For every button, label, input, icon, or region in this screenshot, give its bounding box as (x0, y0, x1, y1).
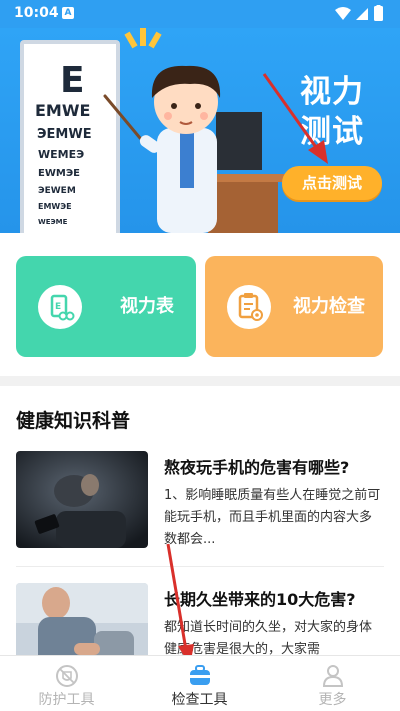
nav-label: 检查工具 (171, 692, 228, 708)
nav-label: 防护工具 (38, 692, 95, 708)
battery-icon (374, 5, 383, 21)
article-title: 熬夜玩手机的危害有哪些? (164, 458, 350, 477)
eye-chart-big-letter: E (60, 60, 85, 101)
banner-title: 视力 测试 (300, 72, 370, 152)
section-title: 健康知识科普 (16, 410, 131, 432)
svg-text:WEЭME: WEЭME (38, 218, 68, 226)
svg-text:EWMЭE: EWMЭE (38, 168, 80, 179)
article-item[interactable]: 熬夜玩手机的危害有哪些? 1、影响睡眠质量有些人在睡觉之前可能玩手机，而且手机里… (16, 451, 384, 551)
status-time: 10:04 (14, 5, 59, 21)
svg-text:ЭEWEM: ЭEWEM (38, 186, 76, 196)
nav-more[interactable]: 更多 (266, 656, 399, 711)
article-separator (16, 566, 384, 567)
eye-chart-label: 视力表 (120, 296, 174, 317)
vision-test-banner[interactable]: E EMWE ЭEMWE WEMEЭ EWMЭE ЭEWEM EMWЭE WEЭ… (0, 28, 400, 233)
person-icon (322, 665, 344, 687)
nav-label: 更多 (318, 692, 347, 708)
nav-protection-tools[interactable]: 防护工具 (0, 656, 133, 711)
section-divider (0, 376, 400, 386)
svg-text:EMWE: EMWE (35, 101, 90, 120)
wifi-icon (335, 7, 351, 20)
eye-check-clipboard-icon (227, 285, 271, 329)
eye-check-card[interactable]: 视力检查 (205, 256, 383, 357)
start-test-button[interactable]: 点击测试 (282, 166, 382, 200)
svg-text:E: E (55, 302, 61, 312)
eye-chart-illustration: E EMWE ЭEMWE WEMEЭ EWMЭE ЭEWEM EMWЭE WEЭ… (20, 40, 120, 233)
article-thumbnail (16, 451, 148, 548)
banner-title-line1: 视力 (300, 74, 364, 110)
sparkle-decoration (124, 28, 162, 49)
signal-icon (356, 8, 368, 20)
status-bar: 10:04 A (0, 0, 400, 28)
bottom-navigation: 防护工具 检查工具 更多 (0, 655, 400, 711)
eye-chart-icon: E (38, 285, 82, 329)
svg-text:ЭEMWE: ЭEMWE (37, 127, 92, 142)
article-description: 1、影响睡眠质量有些人在睡觉之前可能玩手机，而且手机里面的内容大多数都会... (164, 488, 381, 547)
shield-icon (56, 665, 78, 687)
doctor-illustration (139, 65, 221, 233)
svg-text:EMWЭE: EMWЭE (38, 202, 72, 211)
article-title: 长期久坐带来的10大危害? (164, 590, 356, 609)
nav-check-tools[interactable]: 检查工具 (133, 656, 266, 711)
eye-check-label: 视力检查 (293, 296, 365, 317)
status-icons (335, 5, 383, 21)
svg-text:WEMEЭ: WEMEЭ (38, 148, 84, 161)
eye-chart-card[interactable]: E 视力表 (16, 256, 196, 357)
banner-title-line2: 测试 (300, 114, 364, 150)
app-notification-icon: A (62, 7, 74, 19)
toolbox-icon (190, 665, 210, 685)
